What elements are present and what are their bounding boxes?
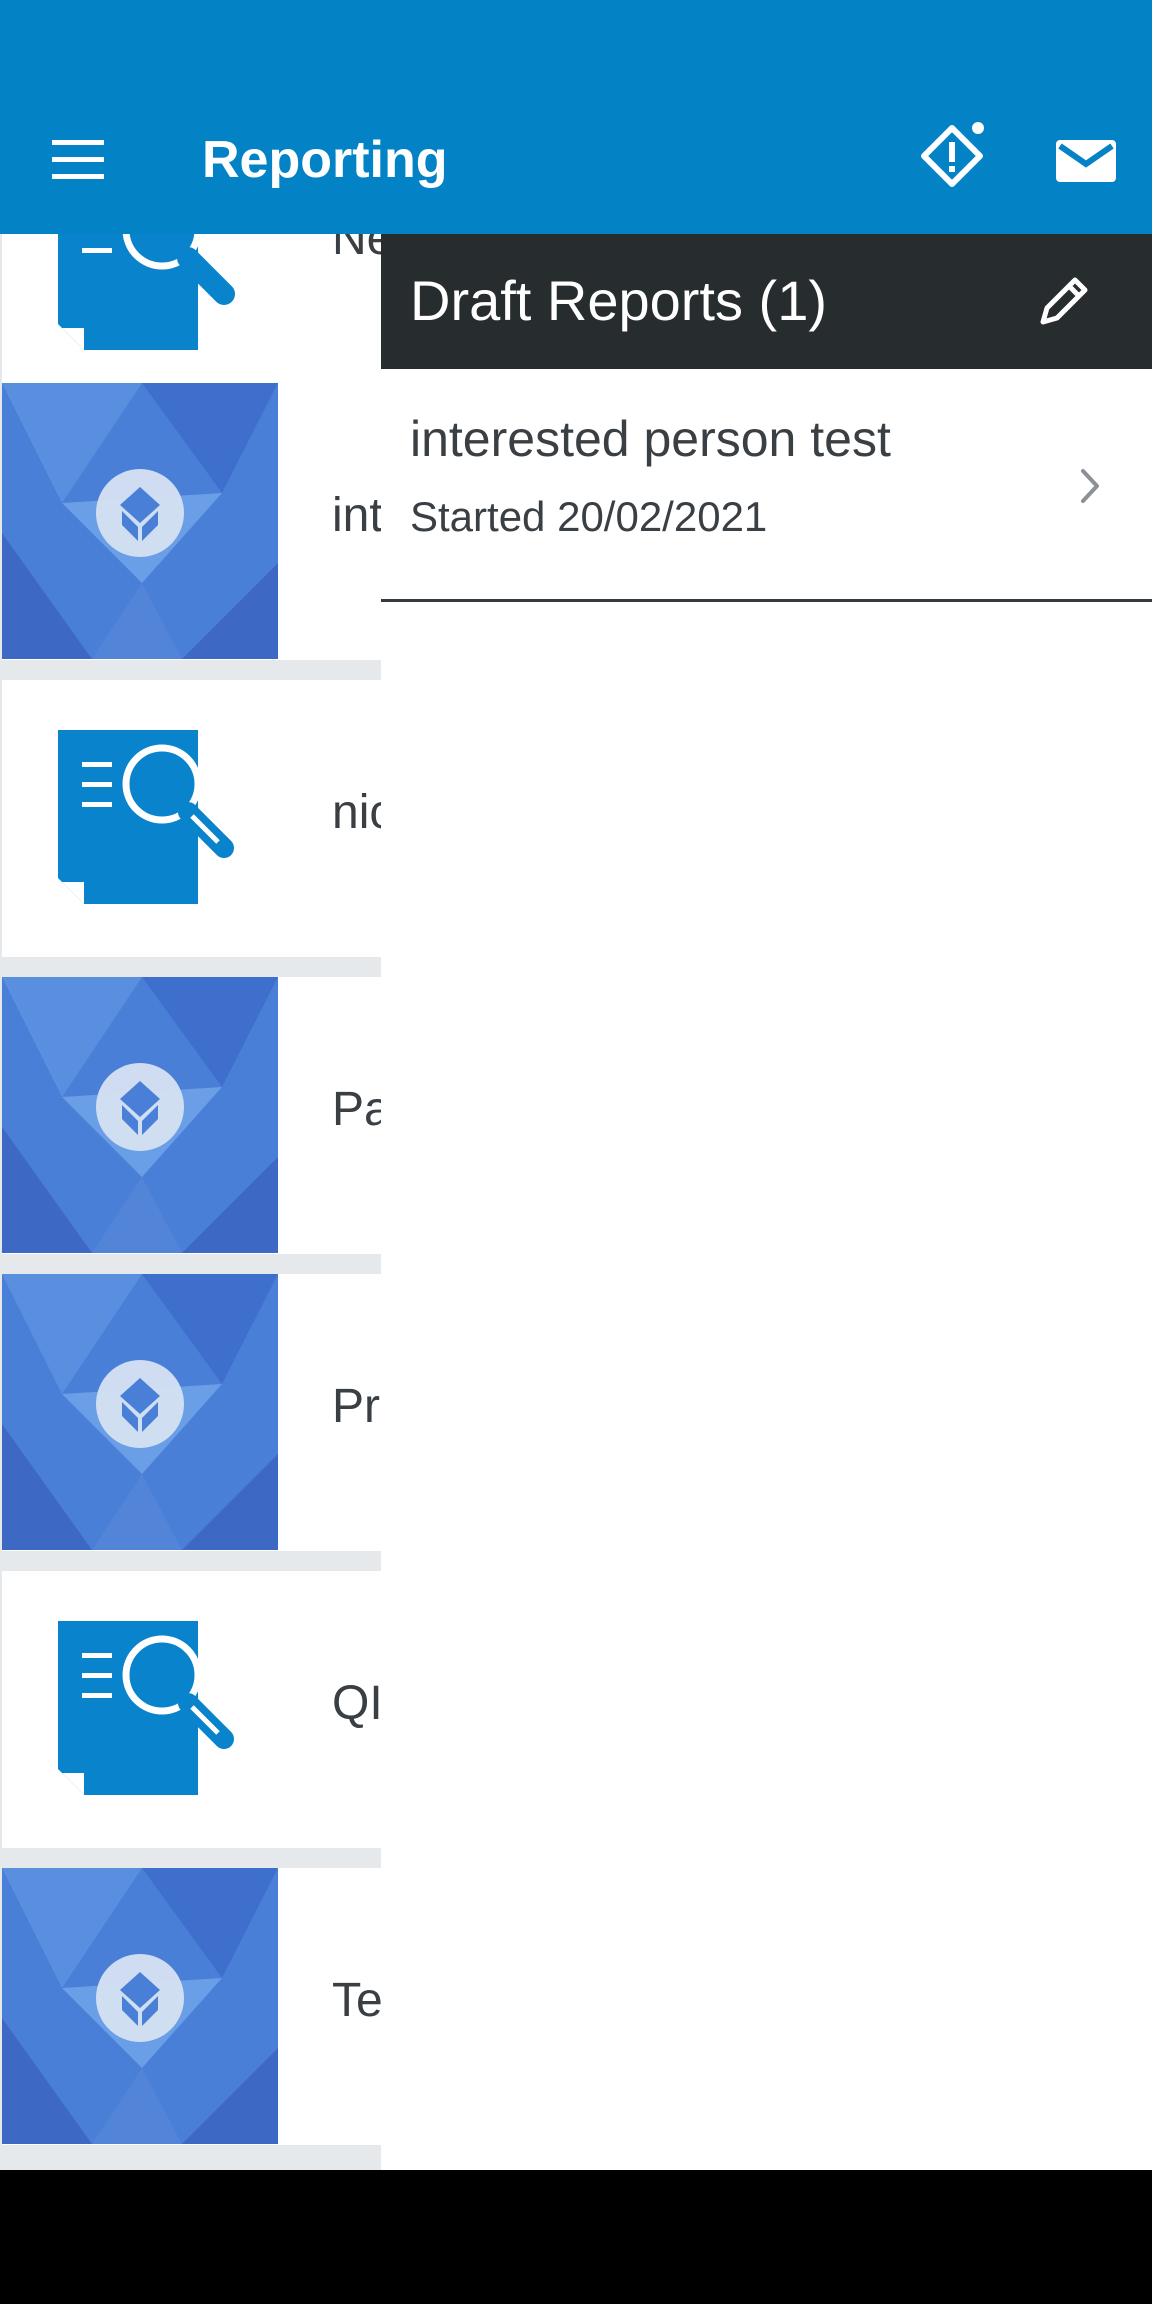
report-search-icon <box>2 1571 278 1847</box>
list-item-title: QI <box>332 1677 383 1730</box>
draft-reports-title: Draft Reports (1) <box>410 269 827 332</box>
list-item-title: Pr <box>332 1380 380 1433</box>
chevron-right-icon <box>1081 469 1099 503</box>
alert-diamond-icon <box>921 122 984 187</box>
mail-icon <box>1056 140 1116 182</box>
app-bar: Reporting <box>0 0 1152 234</box>
draft-reports-panel: Draft Reports (1) interested person test… <box>381 234 1152 2170</box>
list-item-title: int <box>332 489 383 542</box>
report-search-icon <box>2 680 278 956</box>
draft-report-name: interested person test <box>410 411 891 467</box>
draft-report-date: Started 20/02/2021 <box>410 493 768 540</box>
report-search-icon <box>2 234 278 382</box>
draft-report-item[interactable]: interested person test Started 20/02/202… <box>381 369 1152 602</box>
list-item-title: Te <box>332 1974 383 2027</box>
alerts-button[interactable] <box>918 118 1004 204</box>
system-navigation-bar <box>0 2170 1152 2304</box>
polygon-image <box>2 977 278 1253</box>
messages-button[interactable] <box>1046 122 1126 202</box>
polygon-image <box>2 1868 278 2144</box>
menu-button[interactable] <box>40 122 116 198</box>
polygon-image <box>2 383 278 659</box>
app-title: Reporting <box>202 131 448 189</box>
draft-reports-header: Draft Reports (1) <box>381 234 1152 369</box>
menu-icon <box>52 140 104 179</box>
edit-button[interactable] <box>1031 272 1093 334</box>
pencil-icon <box>1040 277 1088 325</box>
polygon-image <box>2 1274 278 1550</box>
